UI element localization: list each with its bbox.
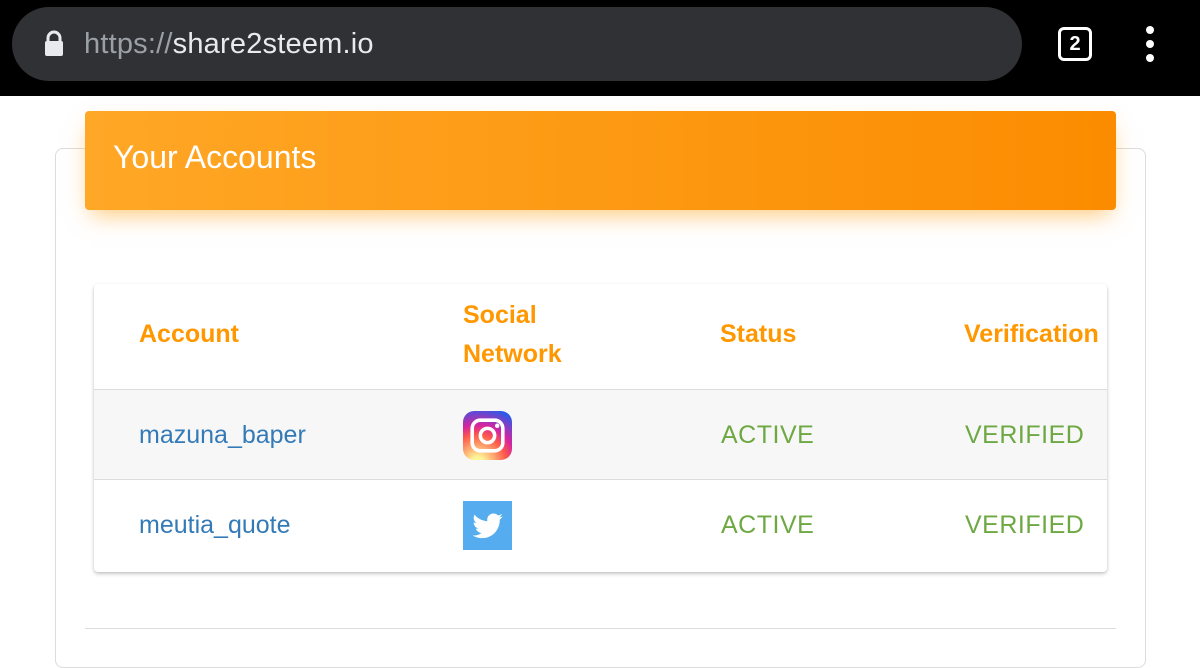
header-verification: Verification <box>964 320 1099 348</box>
address-bar[interactable]: https://share2steem.io <box>12 7 1022 81</box>
table-row: mazuna_baper ACTIVE VERIFIED <box>94 389 1107 479</box>
card-header: Your Accounts <box>85 111 1116 210</box>
tab-switcher-button[interactable]: 2 <box>1058 27 1092 61</box>
menu-dot <box>1146 54 1154 62</box>
more-vert-icon[interactable] <box>1138 26 1162 62</box>
url-text: https://share2steem.io <box>84 7 374 81</box>
header-account: Account <box>139 320 239 348</box>
lock-icon <box>45 30 63 56</box>
browser-toolbar: https://share2steem.io 2 <box>0 0 1200 96</box>
header-network-line1: Social <box>463 301 537 329</box>
header-network-line2: Network <box>463 340 562 368</box>
account-link[interactable]: mazuna_baper <box>139 390 306 480</box>
url-scheme: https:// <box>84 28 173 60</box>
page-title: Your Accounts <box>113 139 317 175</box>
status-badge: ACTIVE <box>721 511 815 539</box>
twitter-icon <box>463 501 512 550</box>
instagram-icon <box>463 411 512 460</box>
verification-badge: VERIFIED <box>965 421 1085 449</box>
accounts-table: Account Social Network Status Verificati… <box>94 284 1107 572</box>
account-link[interactable]: meutia_quote <box>139 480 291 570</box>
url-host: share2steem.io <box>172 28 374 60</box>
menu-dot <box>1146 40 1154 48</box>
menu-dot <box>1146 26 1154 34</box>
tab-count: 2 <box>1069 32 1081 55</box>
table-row: meutia_quote ACTIVE VERIFIED <box>94 479 1107 569</box>
header-status: Status <box>720 320 797 348</box>
verification-badge: VERIFIED <box>965 511 1085 539</box>
status-badge: ACTIVE <box>721 421 815 449</box>
divider <box>85 628 1116 629</box>
